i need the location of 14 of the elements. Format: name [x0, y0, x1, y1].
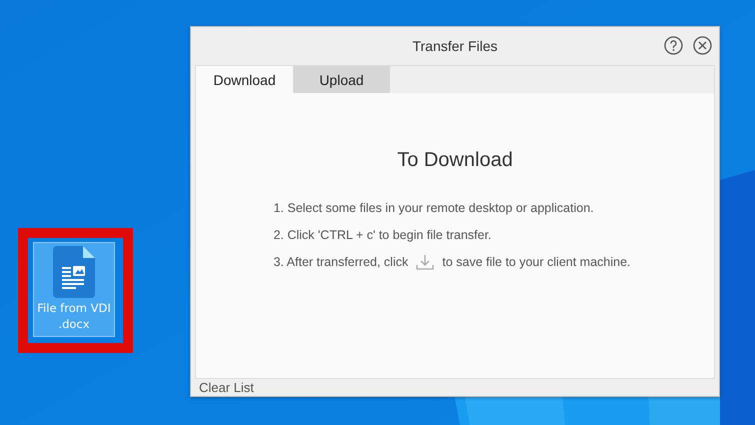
help-icon[interactable] — [664, 36, 683, 55]
window-title: Transfer Files — [412, 38, 498, 54]
close-icon[interactable] — [693, 36, 712, 55]
instruction-text: 1. Select some files in your remote desktop or application. — [273, 201, 594, 215]
clear-list-button[interactable]: Clear List — [191, 380, 262, 395]
tab[interactable]: Upload — [293, 66, 390, 93]
instruction-text: to save file to your client machine. — [442, 255, 631, 269]
tab[interactable]: Download — [196, 66, 293, 93]
section-heading: To Download — [397, 149, 513, 172]
instruction-text: 3. After transferred, click — [273, 255, 408, 269]
download-icon — [416, 254, 434, 270]
instruction-text: 2. Click 'CTRL + c' to begin file transfer. — [273, 228, 492, 242]
document-icon — [53, 246, 95, 298]
file-name: File from VDI .docx — [37, 300, 111, 332]
